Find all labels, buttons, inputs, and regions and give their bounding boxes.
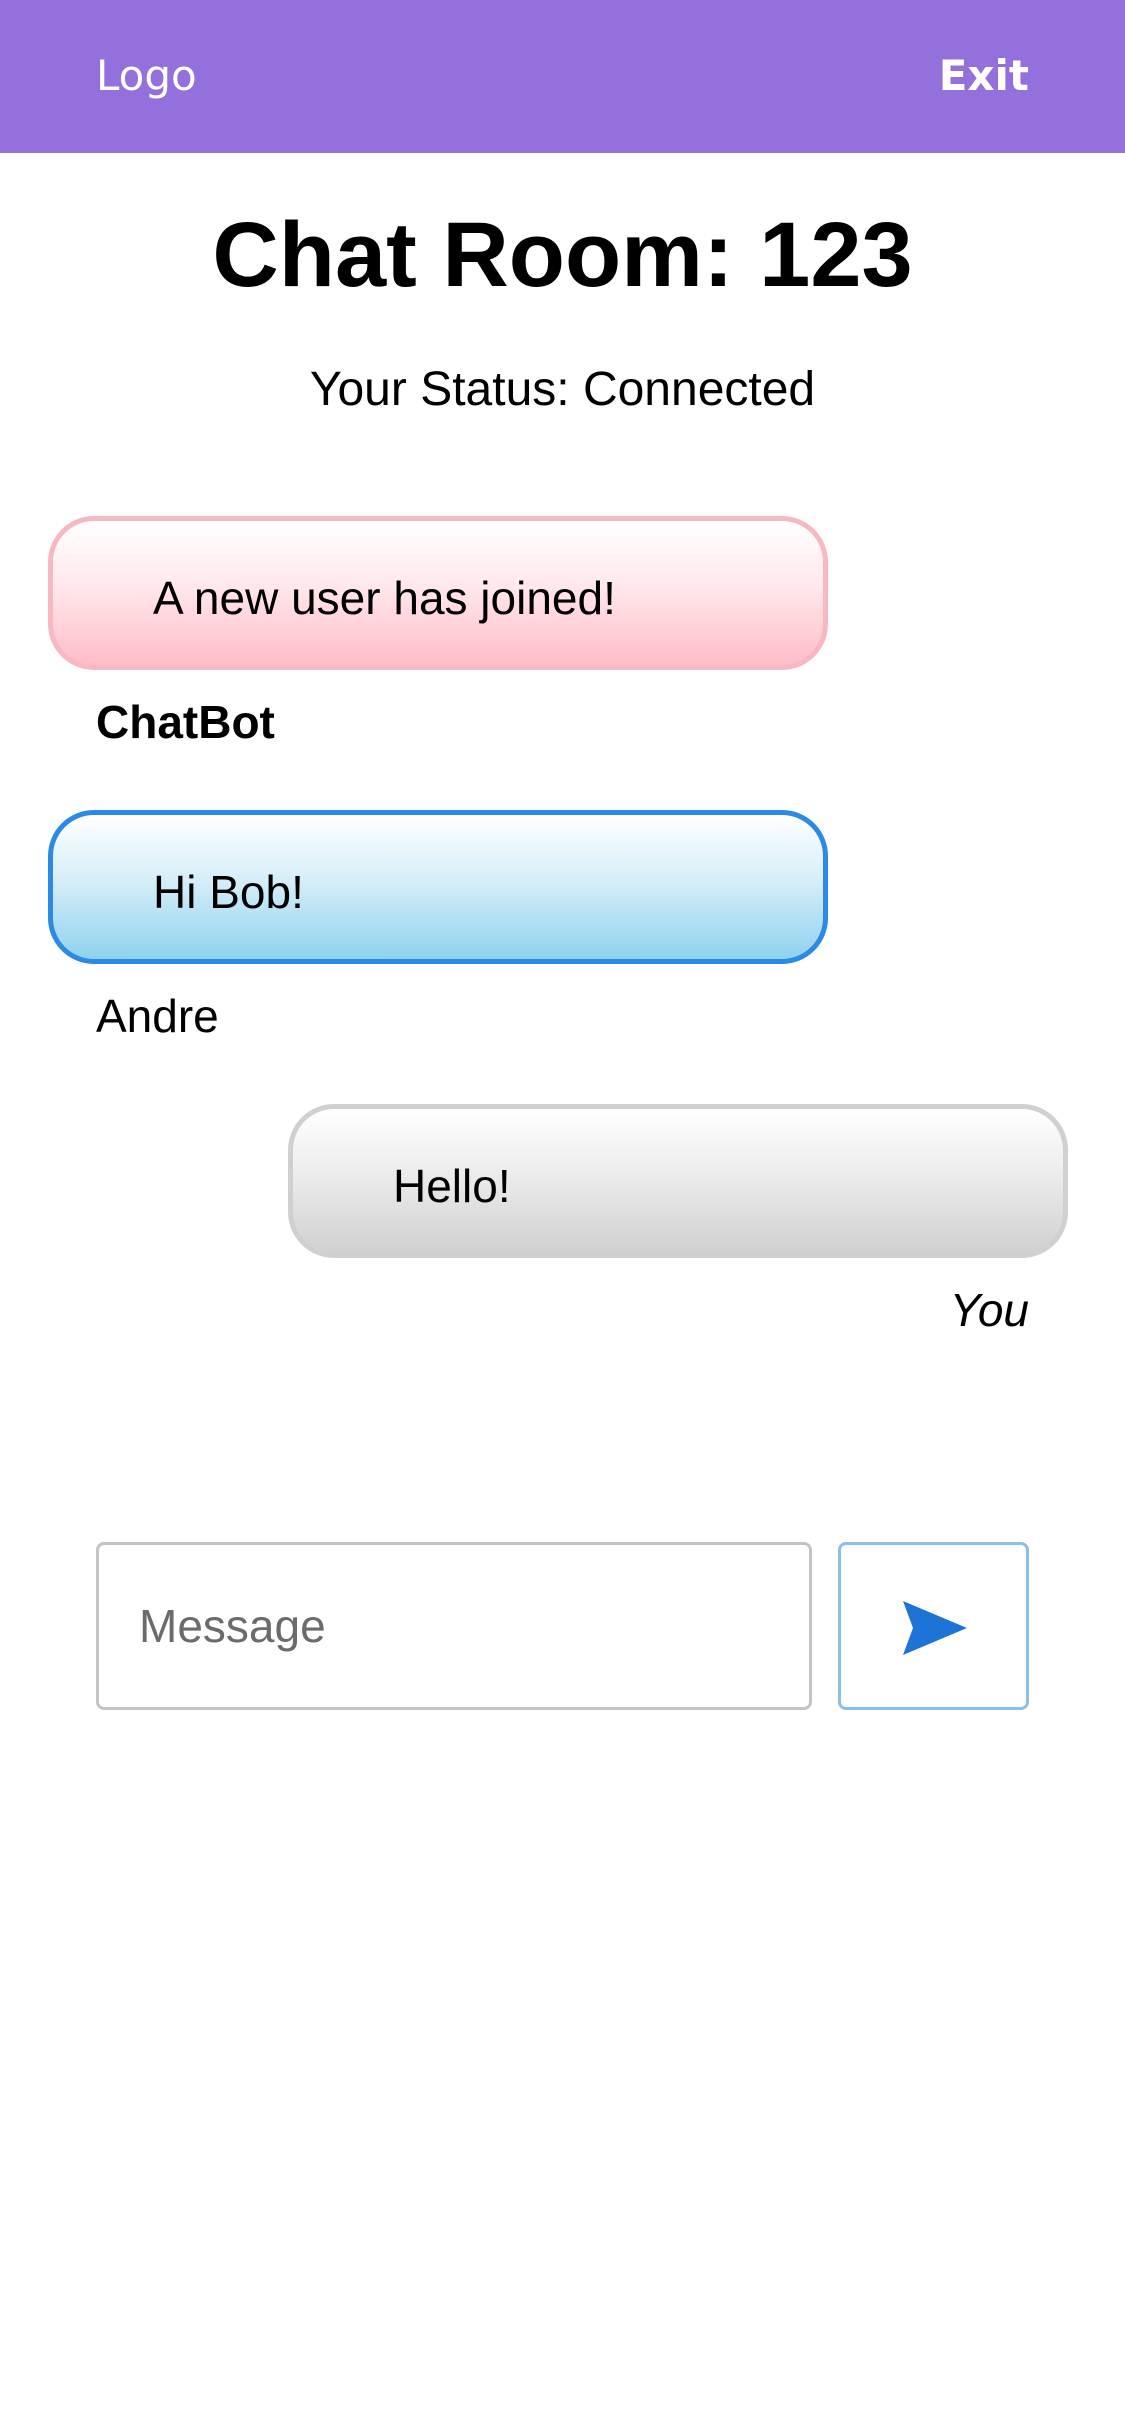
message-composer [96,1542,1029,1710]
message-sender-chatbot: ChatBot [96,696,275,748]
message-sender-andre: Andre [96,990,219,1042]
message-bubble-you: Hello! [288,1104,1068,1258]
page-title: Chat Room: 123 [212,204,913,306]
message-bubble-andre: Hi Bob! [48,810,828,964]
message-bubble-chatbot: A new user has joined! [48,516,828,670]
exit-button[interactable]: Exit [939,46,1029,106]
message-sender-you: You [949,1284,1029,1336]
connection-status: Your Status: Connected [309,363,816,416]
message-input[interactable] [96,1542,812,1710]
logo[interactable]: Logo [96,46,197,106]
send-button[interactable] [838,1542,1029,1710]
send-icon [903,1601,967,1655]
top-app-bar: Logo Exit [0,0,1125,153]
